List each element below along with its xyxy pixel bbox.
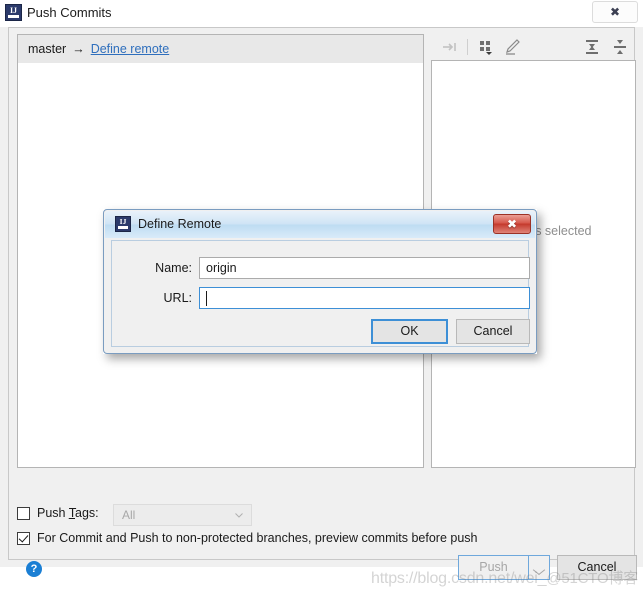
help-icon[interactable]: ? — [26, 561, 42, 577]
push-tags-label: Push Tags: — [37, 506, 99, 520]
window-close-button[interactable]: ✖ — [592, 1, 638, 23]
chevron-down-icon — [235, 513, 243, 518]
define-remote-link[interactable]: Define remote — [91, 42, 170, 56]
window-titlebar: Push Commits ✖ — [0, 0, 643, 27]
push-tags-checkbox[interactable] — [17, 506, 30, 520]
cancel-button[interactable]: Cancel — [557, 555, 637, 580]
modal-content: Name: origin URL: OK Cancel — [111, 240, 530, 347]
push-tags-option-row: Push Tags: — [17, 502, 99, 524]
cherry-pick-icon[interactable] — [439, 36, 461, 58]
help-icon-glyph: ? — [30, 563, 38, 575]
toolbar-separator — [467, 39, 468, 55]
pencil-edit-icon[interactable] — [501, 36, 523, 58]
push-tags-dropdown-value: All — [122, 508, 136, 522]
url-input[interactable] — [199, 287, 530, 309]
define-remote-dialog: Define Remote ✖ Name: origin URL: OK Can… — [103, 209, 537, 354]
name-input[interactable]: origin — [199, 257, 530, 279]
expand-all-icon[interactable] — [581, 36, 603, 58]
url-field-label: URL: — [163, 291, 192, 305]
collapse-all-icon[interactable] — [609, 36, 631, 58]
push-split-button[interactable]: Push — [458, 555, 550, 580]
modal-cancel-button[interactable]: Cancel — [456, 319, 530, 344]
grid-columns-icon[interactable] — [475, 36, 497, 58]
modal-titlebar: Define Remote ✖ — [105, 211, 535, 238]
branch-row-master[interactable]: master → Define remote — [18, 35, 423, 63]
preview-commits-option-row: For Commit and Push to non-protected bra… — [17, 528, 478, 548]
arrow-right-icon: → — [72, 42, 85, 56]
intellij-idea-icon — [5, 4, 22, 21]
modal-ok-button[interactable]: OK — [371, 319, 448, 344]
preview-commits-checkbox[interactable] — [17, 531, 30, 545]
push-commits-window: Push Commits ✖ master → Define remote — [0, 0, 643, 587]
close-icon: ✖ — [506, 217, 518, 231]
details-toolbar — [431, 34, 636, 60]
preview-commits-label: For Commit and Push to non-protected bra… — [37, 531, 478, 545]
push-tags-label-post: ags: — [75, 506, 99, 520]
push-dropdown-arrow-icon[interactable] — [529, 556, 549, 579]
push-tags-label-pre: Push — [37, 506, 69, 520]
window-title: Push Commits — [27, 5, 112, 20]
modal-title: Define Remote — [138, 217, 222, 231]
push-button-label: Push — [479, 560, 508, 574]
intellij-idea-icon — [115, 216, 131, 232]
push-tags-dropdown[interactable]: All — [113, 504, 252, 526]
branch-name: master — [28, 42, 67, 56]
text-caret — [206, 291, 207, 306]
name-field-label: Name: — [155, 261, 192, 275]
close-icon: ✖ — [609, 5, 621, 19]
modal-close-button[interactable]: ✖ — [493, 214, 531, 234]
